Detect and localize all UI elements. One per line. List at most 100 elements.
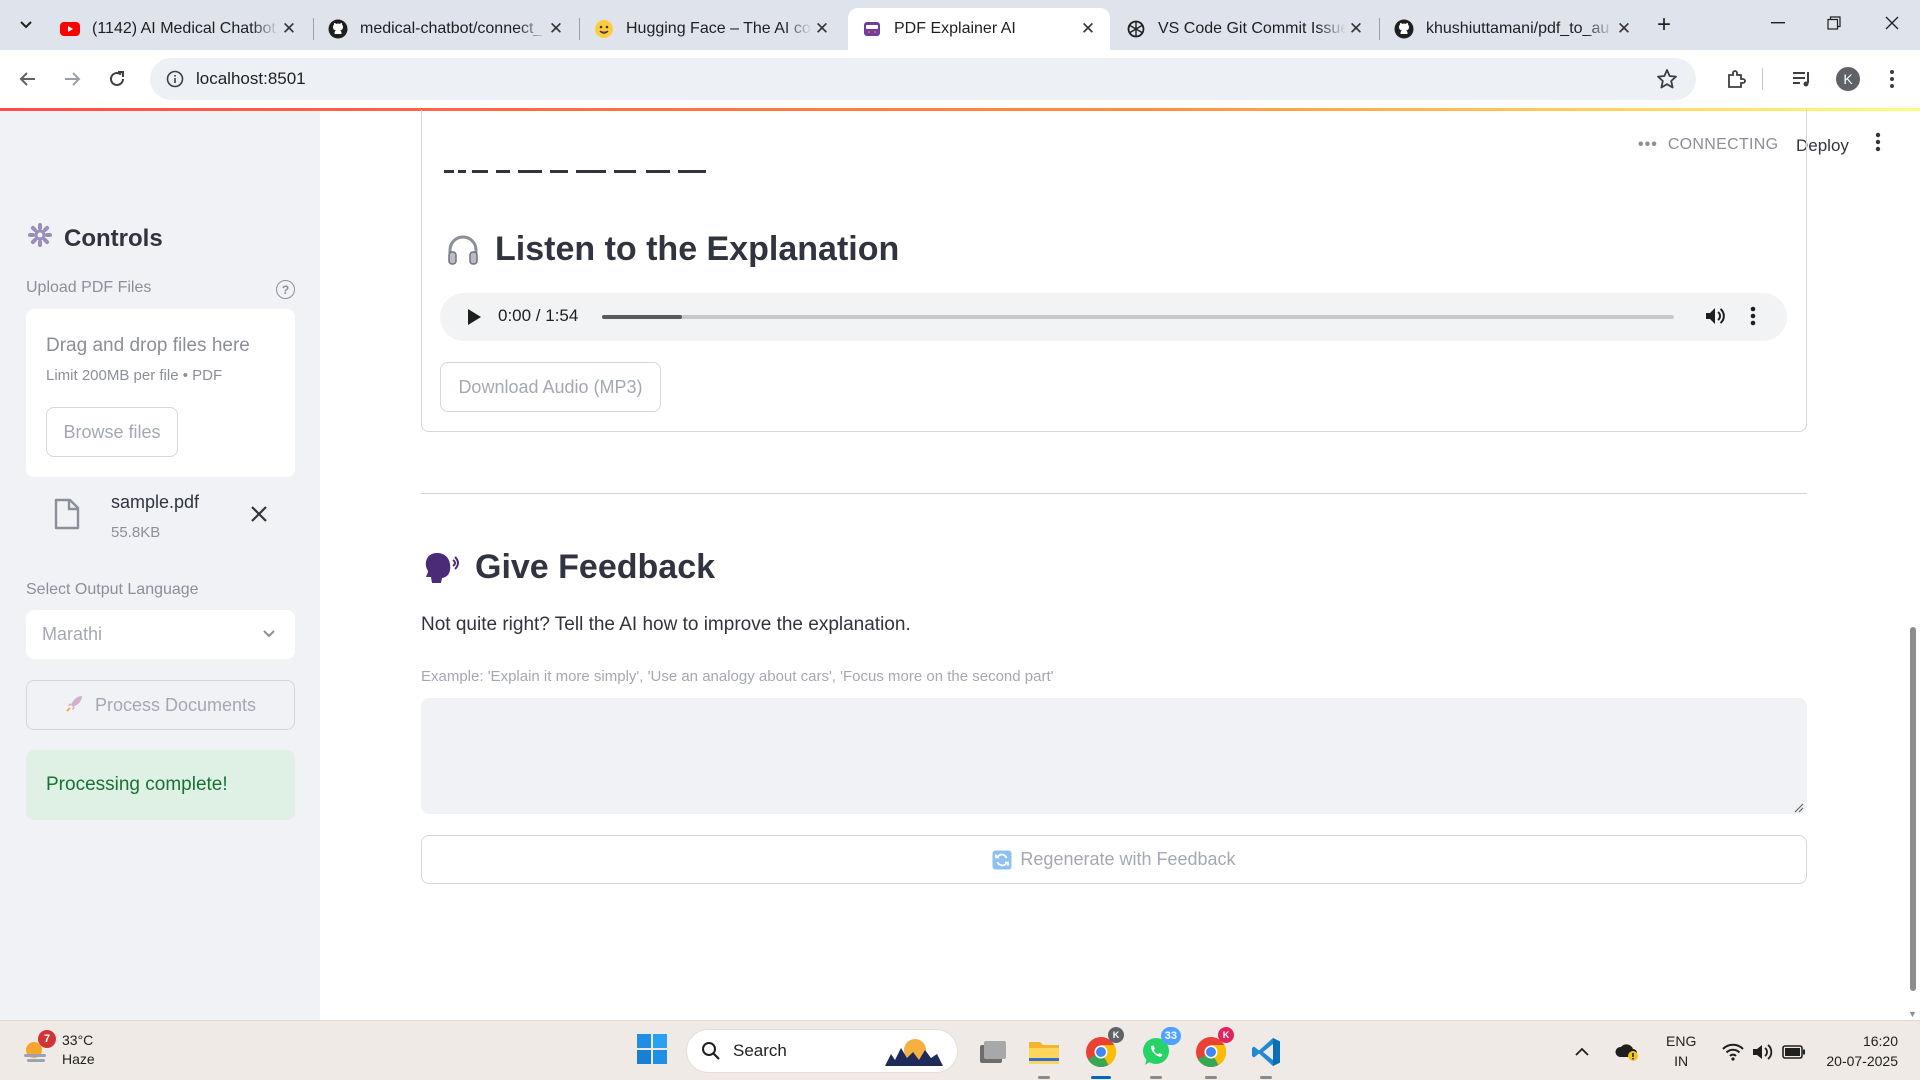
taskbar-search[interactable]: Search bbox=[686, 1029, 958, 1073]
tab-close-icon[interactable]: ✕ bbox=[812, 19, 832, 39]
reload-button[interactable] bbox=[101, 63, 133, 95]
scroll-down-icon[interactable]: ▼ bbox=[1908, 1009, 1917, 1019]
bookmark-star-icon[interactable] bbox=[1656, 68, 1678, 95]
sidebar: Controls Upload PDF Files ? Drag and dro… bbox=[0, 111, 320, 1020]
tab-search-button[interactable] bbox=[8, 9, 44, 41]
browser-tab-pdf-explainer[interactable]: PDF Explainer AI ✕ bbox=[848, 8, 1110, 50]
listen-title-text: Listen to the Explanation bbox=[495, 230, 900, 268]
regenerate-button[interactable]: Regenerate with Feedback bbox=[421, 835, 1807, 884]
language-select[interactable]: Marathi bbox=[26, 610, 295, 659]
tab-close-icon[interactable]: ✕ bbox=[1614, 19, 1634, 39]
browse-files-button[interactable]: Browse files bbox=[46, 407, 178, 457]
vscode-button[interactable] bbox=[1245, 1031, 1287, 1079]
show-hidden-icons-button[interactable] bbox=[1570, 1031, 1594, 1073]
success-message: Processing complete! bbox=[46, 774, 228, 795]
reload-icon bbox=[110, 71, 124, 86]
forward-button[interactable] bbox=[56, 63, 88, 95]
browser-menu-button[interactable] bbox=[1876, 63, 1908, 95]
scrollbar-thumb[interactable] bbox=[1910, 627, 1916, 991]
profile-button[interactable]: K bbox=[1832, 63, 1864, 95]
start-button[interactable] bbox=[636, 1033, 672, 1069]
tab-title: VS Code Git Commit Issue bbox=[1158, 20, 1346, 37]
browser-tab-youtube[interactable]: (1142) AI Medical Chatbot ✕ bbox=[46, 8, 311, 50]
truncated-explanation-text bbox=[440, 170, 760, 182]
url-text: localhost:8501 bbox=[196, 69, 306, 88]
active-indicator bbox=[1091, 1076, 1111, 1079]
running-indicator bbox=[1260, 1076, 1272, 1079]
media-controls-button[interactable] bbox=[1786, 63, 1818, 95]
sidebar-title-text: Controls bbox=[64, 224, 163, 252]
page-scrollbar[interactable]: ▼ bbox=[1906, 111, 1920, 1020]
tab-title: Hugging Face – The AI com bbox=[626, 20, 812, 37]
help-icon[interactable]: ? bbox=[276, 280, 295, 299]
browser-tab-github-1[interactable]: medical-chatbot/connect_ ✕ bbox=[314, 8, 578, 50]
tab-close-icon[interactable]: ✕ bbox=[1346, 19, 1366, 39]
search-icon bbox=[702, 1042, 720, 1060]
chrome-button[interactable]: K bbox=[1080, 1027, 1124, 1079]
chatgpt-icon bbox=[1126, 19, 1146, 39]
browser-tab-strip: (1142) AI Medical Chatbot ✕ medical-chat… bbox=[0, 0, 1920, 50]
profile-badge: K bbox=[1108, 1027, 1124, 1043]
browser-tab-github-2[interactable]: khushiuttamani/pdf_to_au ✕ bbox=[1380, 8, 1646, 50]
browser-tab-chatgpt[interactable]: VS Code Git Commit Issue ✕ bbox=[1112, 8, 1378, 50]
close-icon bbox=[1885, 16, 1899, 30]
play-button[interactable] bbox=[466, 308, 482, 331]
tab-close-icon[interactable]: ✕ bbox=[279, 19, 299, 39]
whatsapp-badge: 33 bbox=[1160, 1027, 1181, 1045]
extensions-button[interactable] bbox=[1720, 63, 1752, 95]
remove-file-button[interactable] bbox=[250, 504, 268, 528]
system-clock[interactable]: 16:20 20-07-2025 bbox=[1814, 1031, 1898, 1071]
audio-more-options-button[interactable] bbox=[1750, 305, 1756, 332]
weather-widget[interactable]: 7 33°C Haze bbox=[20, 1030, 95, 1069]
tab-title: medical-chatbot/connect_ bbox=[360, 20, 543, 37]
system-status-button[interactable] bbox=[1714, 1031, 1814, 1073]
site-info-icon[interactable] bbox=[154, 70, 196, 88]
process-documents-button[interactable]: Process Documents bbox=[26, 680, 295, 730]
file-size: 55.8KB bbox=[111, 524, 161, 541]
tab-close-icon[interactable]: ✕ bbox=[546, 19, 566, 39]
avatar: K bbox=[1836, 67, 1860, 91]
browser-tab-hugging-face[interactable]: Hugging Face – The AI com ✕ bbox=[580, 8, 844, 50]
tab-title: PDF Explainer AI bbox=[894, 20, 1016, 37]
task-view-button[interactable] bbox=[972, 1031, 1014, 1073]
input-language-indicator[interactable]: ENG IN bbox=[1666, 1031, 1696, 1071]
file-dropzone[interactable]: Drag and drop files here Limit 200MB per… bbox=[26, 309, 295, 477]
restore-button[interactable] bbox=[1806, 0, 1862, 46]
rocket-icon bbox=[65, 693, 85, 718]
volume-button[interactable] bbox=[1704, 305, 1726, 332]
dropzone-title: Drag and drop files here bbox=[46, 335, 250, 356]
profile-badge: K bbox=[1218, 1027, 1234, 1043]
youtube-icon bbox=[60, 19, 80, 39]
minimize-button[interactable] bbox=[1750, 0, 1806, 46]
close-window-button[interactable] bbox=[1864, 0, 1920, 46]
weather-icon: 7 bbox=[20, 1030, 56, 1066]
audio-progress-fill bbox=[602, 315, 683, 319]
feedback-textarea[interactable] bbox=[421, 698, 1807, 814]
feedback-section-title: Give Feedback bbox=[423, 548, 715, 587]
arrow-left-icon bbox=[19, 72, 35, 86]
feedback-input-label: Example: 'Explain it more simply', 'Use … bbox=[421, 668, 1054, 685]
tab-close-icon[interactable]: ✕ bbox=[1078, 19, 1098, 39]
app-menu-button[interactable] bbox=[1875, 132, 1881, 158]
file-explorer-button[interactable] bbox=[1023, 1031, 1065, 1079]
audio-seek-bar[interactable] bbox=[602, 315, 1674, 319]
onedrive-status-button[interactable] bbox=[1612, 1031, 1642, 1073]
folder-icon bbox=[1029, 1042, 1059, 1064]
battery-icon bbox=[1782, 1045, 1805, 1059]
section-divider bbox=[421, 493, 1807, 494]
gear-icon bbox=[28, 223, 52, 254]
new-tab-button[interactable]: + bbox=[1648, 10, 1680, 40]
chrome-profile-button[interactable]: K bbox=[1190, 1027, 1234, 1079]
dropzone-limit: Limit 200MB per file • PDF bbox=[46, 367, 223, 384]
cloud-warning-icon bbox=[1615, 1044, 1638, 1061]
download-audio-button[interactable]: Download Audio (MP3) bbox=[440, 362, 661, 412]
whatsapp-button[interactable]: 33 bbox=[1135, 1027, 1181, 1079]
audio-player[interactable]: 0:00 / 1:54 bbox=[440, 293, 1787, 341]
address-bar[interactable]: localhost:8501 bbox=[150, 58, 1696, 100]
toolbar-separator bbox=[1762, 68, 1763, 90]
language-code: ENG bbox=[1666, 1033, 1697, 1049]
back-button[interactable] bbox=[12, 63, 44, 95]
resize-handle-icon[interactable] bbox=[1794, 800, 1804, 818]
playlist-icon bbox=[1793, 72, 1809, 87]
weather-condition: Haze bbox=[62, 1051, 95, 1067]
